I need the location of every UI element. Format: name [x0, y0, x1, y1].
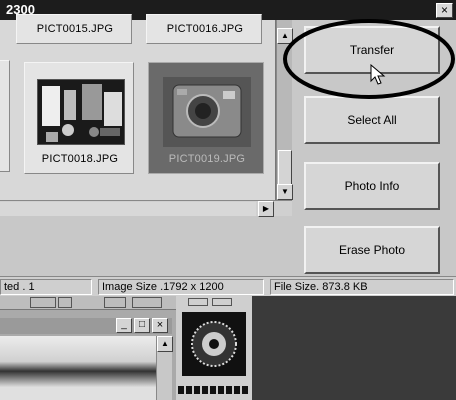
background-window: _ □ × ▲ [0, 296, 176, 400]
status-image-size: Image Size .1792 x 1200 [98, 279, 264, 295]
thumbnail-photo [163, 77, 251, 147]
subwindow-scrollbar[interactable]: ▲ [156, 336, 173, 400]
photo-info-button[interactable]: Photo Info [304, 162, 440, 210]
thumbnail-filename: PICT0018.JPG [41, 153, 119, 165]
status-bar: ted . 1 Image Size .1792 x 1200 File Siz… [0, 276, 456, 296]
thumbnail-card[interactable]: PICT0016.JPG [146, 14, 262, 44]
icon-panel [176, 296, 252, 400]
camera-lens-icon[interactable] [182, 312, 246, 376]
toolbar-icon[interactable] [30, 297, 56, 308]
scroll-up-icon[interactable]: ▲ [157, 336, 173, 352]
thumbnail-filename: PICT0016.JPG [166, 23, 244, 35]
maximize-icon[interactable]: □ [134, 318, 150, 333]
thumbnail-filename: PICT0019.JPG [168, 153, 246, 165]
film-strip [178, 386, 250, 394]
close-icon[interactable]: × [436, 3, 453, 18]
panel-tab[interactable] [212, 298, 232, 306]
thumbnail-photo [37, 79, 125, 145]
status-file-size: File Size. 873.8 KB [270, 279, 454, 295]
scroll-thumb[interactable] [278, 150, 292, 186]
horizontal-scrollbar[interactable]: ▶ [0, 200, 292, 217]
scroll-down-icon[interactable]: ▼ [277, 184, 293, 200]
thumbnail-card-selected[interactable]: PICT0019.JPG [148, 62, 264, 174]
background-toolbar [0, 296, 176, 310]
toolbar-icon[interactable] [58, 297, 72, 308]
panel-tab[interactable] [188, 298, 208, 306]
thumbnail-filename: PICT0015.JPG [36, 23, 114, 35]
thumbnail-card[interactable]: PICT0015.JPG [16, 14, 132, 44]
thumbnail-card[interactable]: PICT0018.JPG [24, 62, 134, 174]
highlight-ellipse [283, 19, 455, 99]
minimize-icon[interactable]: _ [116, 318, 132, 333]
thumbnail-card-partial[interactable] [0, 60, 10, 172]
erase-photo-button[interactable]: Erase Photo [304, 226, 440, 274]
toolbar-icon[interactable] [132, 297, 162, 308]
scroll-track[interactable] [0, 202, 256, 216]
mouse-cursor-icon [370, 64, 386, 85]
subwindow-content [0, 336, 156, 400]
toolbar-icon[interactable] [104, 297, 126, 308]
status-selected-count: ted . 1 [0, 279, 92, 295]
scroll-right-icon[interactable]: ▶ [258, 201, 274, 217]
thumbnail-area: PICT0015.JPG PICT0016.JPG PICT0018.JPG P… [0, 14, 276, 216]
dark-panel [176, 296, 456, 400]
subwindow-close-icon[interactable]: × [152, 318, 168, 333]
